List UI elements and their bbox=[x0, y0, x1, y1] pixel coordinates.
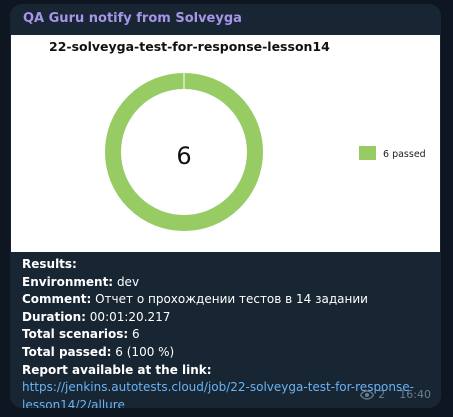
environment-line: Environment: dev bbox=[22, 274, 437, 292]
comment-value: Отчет о прохождении тестов в 14 задании bbox=[95, 292, 368, 307]
scenarios-line: Total scenarios: 6 bbox=[22, 326, 437, 344]
passed-line: Total passed: 6 (100 %) bbox=[22, 344, 437, 362]
chart-title: 22-solveyga-test-for-response-lesson14 bbox=[49, 39, 330, 54]
passed-value: 6 (100 %) bbox=[115, 344, 175, 359]
view-count: 2 bbox=[378, 388, 386, 401]
report-line: Report available at the link: https://je… bbox=[22, 362, 437, 408]
report-link[interactable]: https://jenkins.autotests.cloud/job/22-s… bbox=[22, 380, 414, 408]
sender-name[interactable]: QA Guru notify from Solveyga bbox=[23, 11, 242, 26]
duration-label: Duration: bbox=[22, 309, 86, 324]
comment-label: Comment: bbox=[22, 292, 92, 307]
duration-line: Duration: 00:01:20.217 bbox=[22, 309, 437, 327]
report-label: Report available at the link: bbox=[22, 362, 212, 377]
eye-icon bbox=[360, 389, 375, 400]
results-text: Results: Environment: dev Comment: Отчет… bbox=[22, 256, 437, 408]
duration-value: 00:01:20.217 bbox=[89, 309, 171, 324]
comment-line: Comment: Отчет о прохождении тестов в 14… bbox=[22, 291, 437, 309]
environment-value: dev bbox=[116, 274, 140, 289]
passed-label: Total passed: bbox=[22, 344, 112, 359]
message-time: 16:40 bbox=[399, 388, 431, 401]
chart-legend: 6 passed bbox=[359, 146, 426, 160]
environment-label: Environment: bbox=[22, 274, 114, 289]
legend-swatch-0 bbox=[359, 146, 376, 160]
results-heading: Results: bbox=[22, 257, 77, 271]
scenarios-value: 6 bbox=[132, 327, 140, 342]
message-bubble: QA Guru notify from Solveyga 22-solveyga… bbox=[10, 4, 441, 408]
donut-chart: 22-solveyga-test-for-response-lesson14 6… bbox=[49, 39, 426, 231]
legend-label-0: 6 passed bbox=[383, 149, 426, 160]
report-chart-image[interactable]: 22-solveyga-test-for-response-lesson14 6… bbox=[11, 35, 440, 252]
message-meta: 2 16:40 bbox=[360, 388, 431, 401]
scenarios-label: Total scenarios: bbox=[22, 327, 129, 342]
chart-center-value: 6 bbox=[176, 142, 191, 170]
